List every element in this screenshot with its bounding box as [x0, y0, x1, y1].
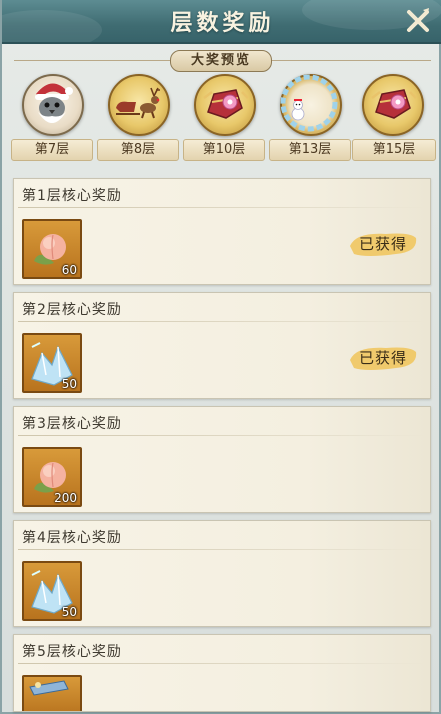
item-count: 200: [54, 491, 77, 505]
ornate-box-icon: [203, 89, 249, 119]
prize-icon-floor-13[interactable]: [278, 72, 342, 136]
divider: [18, 321, 428, 322]
reward-item[interactable]: [22, 675, 82, 711]
reward-title: 第3层核心奖励: [22, 416, 122, 432]
prize-icon-floor-15[interactable]: [360, 72, 424, 136]
reward-title: 第1层核心奖励: [22, 188, 122, 204]
prize-icon-floor-7[interactable]: [20, 72, 84, 136]
ornate-box-icon: [371, 89, 417, 119]
reward-card: 第1层核心奖励 60 已获得: [13, 178, 431, 285]
divider: [18, 663, 428, 664]
reward-item[interactable]: 50: [22, 333, 82, 393]
reward-card: 第3层核心奖励 200: [13, 406, 431, 513]
prize-label: 第8层: [97, 139, 179, 161]
reward-item[interactable]: 60: [22, 219, 82, 279]
reward-title: 第5层核心奖励: [22, 644, 122, 660]
reward-panel: 层数奖励 大奖预览 第7层 第8层 第10层 第13层 第15层 第1层核心奖励…: [0, 0, 441, 714]
item-count: 60: [61, 263, 77, 277]
prize-label: 第15层: [352, 139, 436, 161]
claimed-stamp: 已获得: [346, 226, 420, 260]
reward-card: 第2层核心奖励 50 已获得: [13, 292, 431, 399]
prize-icon-floor-10[interactable]: [192, 72, 256, 136]
pigeon-santa-avatar-icon: [35, 83, 73, 123]
close-icon: [407, 8, 429, 32]
page-title: 层数奖励: [170, 11, 275, 36]
preview-banner: 大奖预览: [170, 50, 272, 72]
reward-item[interactable]: 50: [22, 561, 82, 621]
claimed-status: 已获得: [358, 235, 407, 253]
claimed-stamp: 已获得: [346, 340, 420, 374]
close-button[interactable]: [403, 6, 433, 36]
divider: [18, 549, 428, 550]
prize-icon-floor-8[interactable]: [106, 72, 170, 136]
item-count: 50: [61, 377, 77, 391]
prize-label: 第13层: [269, 139, 351, 161]
item-count: 50: [61, 605, 77, 619]
claimed-status: 已获得: [358, 349, 407, 367]
divider: [18, 207, 428, 208]
reward-title: 第4层核心奖励: [22, 530, 122, 546]
reward-item[interactable]: 200: [22, 447, 82, 507]
reward-card: 第5层核心奖励: [13, 634, 431, 712]
snowman-frame-icon: [280, 74, 338, 132]
divider: [18, 435, 428, 436]
reindeer-sleigh-icon: [116, 87, 160, 119]
scroll-icon: [29, 680, 69, 696]
reward-card: 第4层核心奖励 50: [13, 520, 431, 627]
header-bar: 层数奖励: [2, 0, 441, 44]
prize-label: 第10层: [183, 139, 265, 161]
prize-label: 第7层: [11, 139, 93, 161]
reward-title: 第2层核心奖励: [22, 302, 122, 318]
